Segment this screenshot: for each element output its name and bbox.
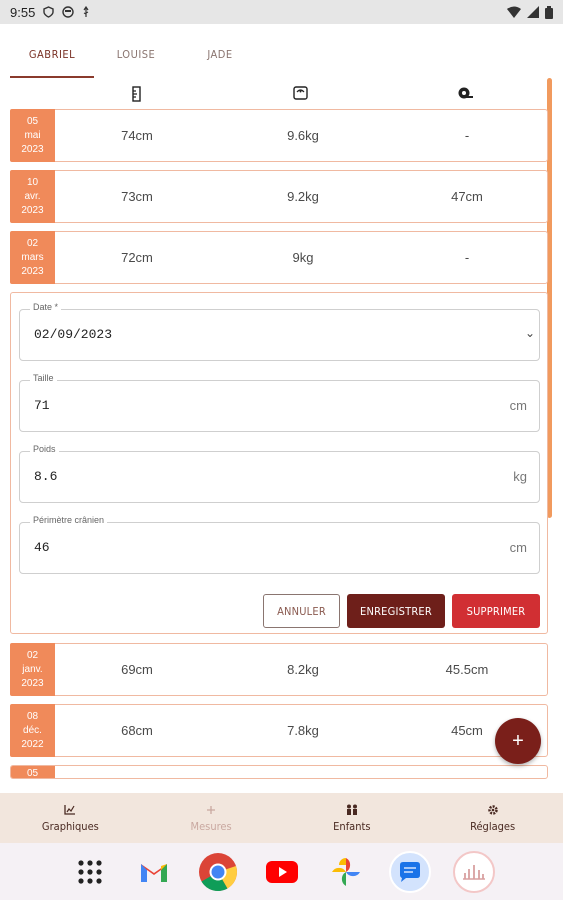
poids-label: Poids	[30, 444, 59, 454]
perimetre-label: Périmètre crânien	[30, 515, 108, 525]
measure-row-partial[interactable]: 05	[10, 765, 548, 779]
date-badge: 10 avr. 2023	[10, 170, 55, 223]
plus-icon	[206, 804, 216, 816]
taille-value: 68cm	[121, 723, 153, 738]
measure-row[interactable]: 05 mai 2023 74cm 9.6kg -	[10, 109, 548, 162]
signal-icon	[527, 6, 539, 18]
poids-value: 9kg	[292, 250, 314, 265]
perimetre-field[interactable]: Périmètre crânien 46 cm	[19, 515, 540, 574]
poids-field[interactable]: Poids 8.6 kg	[19, 444, 540, 503]
save-button[interactable]: ENREGISTRER	[347, 594, 445, 628]
date-badge: 05	[11, 766, 55, 778]
column-headers	[10, 84, 550, 106]
nav-enfants[interactable]: Enfants	[282, 793, 423, 843]
measure-row[interactable]: 08 déc. 2022 68cm 7.8kg 45cm	[10, 704, 548, 757]
photos-icon[interactable]	[325, 851, 367, 893]
measure-row[interactable]: 02 mars 2023 72cm 9kg -	[10, 231, 548, 284]
taille-label: Taille	[30, 373, 57, 383]
poids-value: 9.2kg	[287, 189, 319, 204]
taille-unit: cm	[509, 398, 527, 413]
perimetre-value: 47cm	[451, 189, 483, 204]
wifi-icon	[507, 6, 521, 18]
scale-icon	[293, 86, 308, 105]
messages-icon[interactable]	[388, 850, 431, 893]
poids-value: 7.8kg	[287, 723, 319, 738]
nav-mesures[interactable]: Mesures	[141, 793, 282, 843]
tab-gabriel[interactable]: GABRIEL	[10, 30, 94, 78]
youtube-icon[interactable]	[261, 851, 303, 893]
perimetre-value: -	[464, 250, 470, 265]
shield-icon	[43, 6, 55, 18]
chevron-down-icon[interactable]: ⌄	[525, 326, 535, 340]
measure-row[interactable]: 10 avr. 2023 73cm 9.2kg 47cm	[10, 170, 548, 223]
face-icon	[62, 6, 75, 18]
perimetre-value: 45.5cm	[445, 662, 489, 677]
taille-value: 74cm	[121, 128, 153, 143]
edit-measure-form: Date * 02/09/2023 ⌄ Taille 71 cm Poids 8…	[10, 292, 548, 634]
date-label: Date *	[30, 302, 62, 312]
people-icon	[345, 804, 359, 816]
tab-louise[interactable]: LOUISE	[94, 30, 178, 78]
battery-icon	[545, 5, 553, 19]
taille-value: 69cm	[121, 662, 153, 677]
date-value[interactable]: 02/09/2023	[34, 327, 112, 342]
status-bar: 9:55	[0, 0, 563, 24]
apps-grid-icon[interactable]	[69, 851, 111, 893]
taille-value: 73cm	[121, 189, 153, 204]
tape-measure-icon	[457, 86, 473, 105]
poids-value: 8.2kg	[287, 662, 319, 677]
date-badge: 08 déc. 2022	[10, 704, 55, 757]
app-dock	[0, 843, 563, 900]
taille-value: 72cm	[121, 250, 153, 265]
date-field[interactable]: Date * 02/09/2023 ⌄	[19, 302, 540, 361]
perimetre-unit: cm	[509, 540, 527, 555]
date-badge: 02 mars 2023	[10, 231, 55, 284]
growth-app-icon[interactable]	[452, 850, 495, 893]
delete-button[interactable]: SUPPRIMER	[452, 594, 540, 628]
add-measure-button[interactable]: +	[495, 718, 541, 764]
measure-row[interactable]: 02 janv. 2023 69cm 8.2kg 45.5cm	[10, 643, 548, 696]
chart-icon	[64, 804, 76, 816]
poids-unit: kg	[513, 469, 527, 484]
poids-input[interactable]: 8.6	[34, 469, 57, 484]
status-time: 9:55	[10, 4, 36, 20]
taille-field[interactable]: Taille 71 cm	[19, 373, 540, 432]
taille-input[interactable]: 71	[34, 398, 50, 413]
ruler-icon	[132, 86, 141, 107]
date-badge: 05 mai 2023	[10, 109, 55, 162]
perimetre-value: -	[464, 128, 470, 143]
bottom-navigation: Graphiques Mesures Enfants Réglages	[0, 793, 563, 843]
gear-icon	[487, 804, 499, 816]
child-tabs: GABRIEL LOUISE JADE	[0, 30, 563, 78]
usb-icon	[83, 6, 89, 17]
nav-reglages[interactable]: Réglages	[422, 793, 563, 843]
nav-graphiques[interactable]: Graphiques	[0, 793, 141, 843]
cancel-button[interactable]: ANNULER	[263, 594, 340, 628]
tab-jade[interactable]: JADE	[178, 30, 262, 78]
date-badge: 02 janv. 2023	[10, 643, 55, 696]
gmail-icon[interactable]	[133, 851, 175, 893]
poids-value: 9.6kg	[287, 128, 319, 143]
chrome-icon[interactable]	[197, 851, 239, 893]
perimetre-input[interactable]: 46	[34, 540, 50, 555]
